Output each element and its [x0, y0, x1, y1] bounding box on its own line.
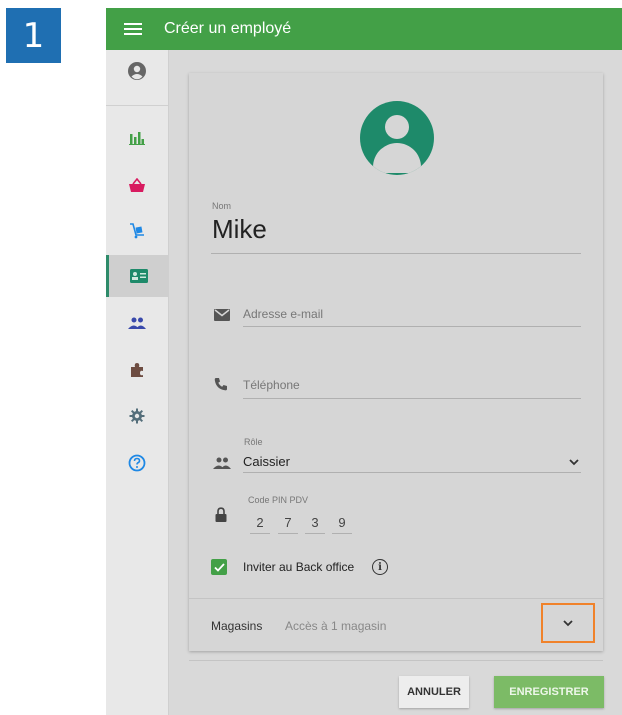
app-window: Créer un employé Nom Mike Adresse e-mail…	[106, 8, 622, 715]
stores-expand-button[interactable]	[541, 603, 595, 643]
stores-section: Magasins Accès à 1 magasin	[189, 598, 603, 652]
sidebar-item-account[interactable]	[106, 50, 168, 92]
sidebar-item-reports[interactable]	[106, 117, 168, 159]
help-icon	[128, 454, 146, 472]
step-number-badge: 1	[6, 8, 61, 63]
invite-checkbox[interactable]	[211, 559, 227, 575]
page-title: Créer un employé	[164, 20, 292, 37]
sidebar-item-help[interactable]	[106, 442, 168, 484]
puzzle-icon	[131, 363, 143, 377]
cancel-button[interactable]: ANNULER	[399, 676, 469, 708]
chevron-down-icon	[563, 619, 573, 626]
name-underline	[211, 253, 581, 254]
stores-label: Magasins	[211, 619, 263, 633]
pin-digit[interactable]: 9	[332, 515, 352, 534]
name-field[interactable]: Mike	[212, 214, 267, 245]
cart-icon	[130, 223, 144, 239]
sidebar-item-customers[interactable]	[106, 302, 168, 344]
actions-divider	[189, 660, 603, 661]
employee-badge-icon	[129, 269, 148, 283]
name-label: Nom	[212, 201, 232, 211]
phone-underline	[243, 398, 581, 399]
role-underline	[243, 472, 581, 473]
gear-icon	[129, 408, 145, 424]
sidebar-divider	[106, 105, 168, 106]
email-field[interactable]: Adresse e-mail	[243, 307, 323, 321]
sidebar-item-inventory[interactable]	[106, 210, 168, 252]
stores-value: Accès à 1 magasin	[285, 619, 387, 633]
mail-icon	[214, 309, 230, 321]
main-content: Nom Mike Adresse e-mail Téléphone Rôle C…	[168, 50, 622, 715]
basket-icon	[129, 177, 145, 192]
people-icon	[128, 317, 146, 329]
role-select[interactable]: Caissier	[243, 454, 290, 469]
employee-avatar-icon[interactable]	[360, 101, 434, 175]
save-button[interactable]: ENREGISTRER	[494, 676, 604, 708]
role-label: Rôle	[244, 437, 263, 447]
sidebar-item-integrations[interactable]	[106, 349, 168, 391]
sidebar	[106, 50, 169, 715]
sidebar-item-items[interactable]	[106, 164, 168, 206]
account-circle-icon	[128, 62, 146, 80]
pin-digit[interactable]: 7	[278, 515, 298, 534]
pin-digit[interactable]: 3	[305, 515, 325, 534]
pin-digit[interactable]: 2	[250, 515, 270, 534]
check-icon	[213, 562, 225, 572]
employee-form-card: Nom Mike Adresse e-mail Téléphone Rôle C…	[189, 73, 603, 651]
info-icon[interactable]: i	[372, 559, 388, 575]
email-underline	[243, 326, 581, 327]
bar-chart-icon	[129, 132, 145, 145]
phone-field[interactable]: Téléphone	[243, 378, 300, 392]
phone-icon	[214, 378, 227, 391]
people-icon	[213, 457, 231, 469]
chevron-down-icon[interactable]	[569, 459, 579, 466]
lock-icon	[215, 507, 227, 522]
invite-label: Inviter au Back office	[243, 560, 355, 574]
app-bar: Créer un employé	[106, 8, 622, 50]
sidebar-item-settings[interactable]	[106, 395, 168, 437]
pin-label: Code PIN PDV	[248, 495, 309, 505]
sidebar-item-employees[interactable]	[106, 255, 168, 297]
menu-icon[interactable]	[124, 20, 142, 38]
